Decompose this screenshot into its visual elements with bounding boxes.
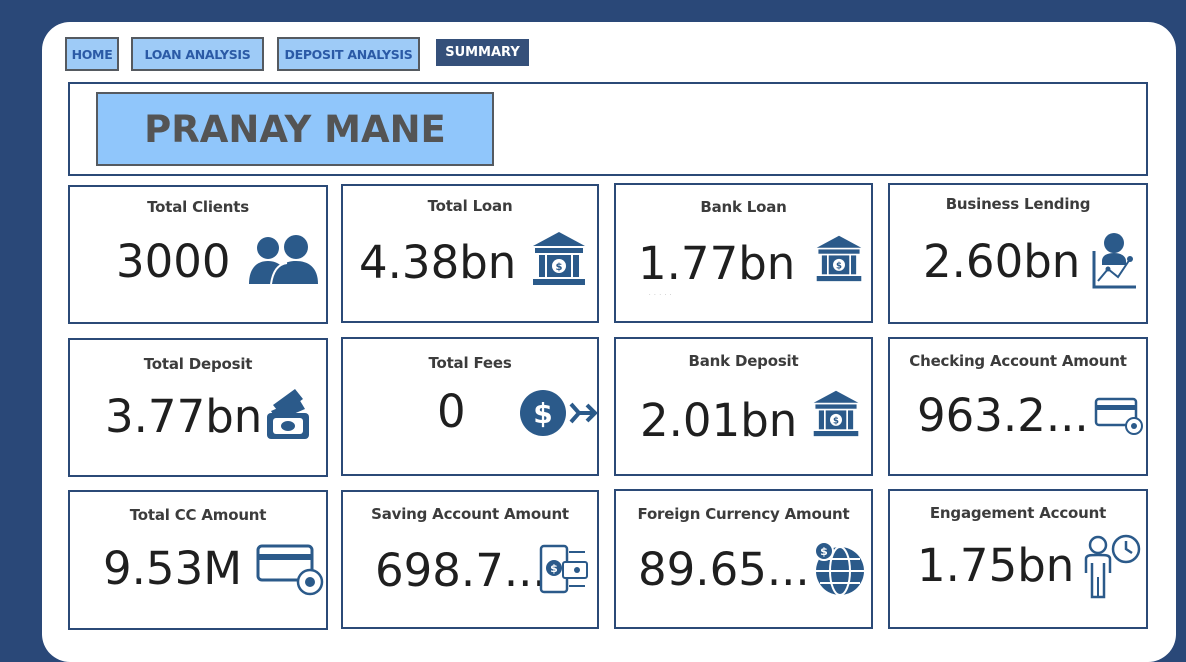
card-total-clients: Total Clients 3000 [68, 185, 328, 324]
card-value: 3.77bn [105, 390, 263, 443]
card-value: 2.60bn [923, 235, 1081, 288]
svg-text:$: $ [833, 416, 839, 426]
card-bank-deposit: Bank Deposit 2.01bn $ [614, 337, 873, 476]
svg-text:$: $ [533, 397, 552, 430]
mobile-payment-icon: $ [539, 544, 589, 594]
globe-dollar-icon: $ [812, 541, 868, 597]
nav-summary-button[interactable]: SUMMARY [436, 39, 529, 66]
users-icon [247, 234, 319, 286]
card-total-fees: Total Fees 0 $ [341, 337, 599, 476]
cash-stack-icon [265, 387, 311, 441]
card-saving-account-amount: Saving Account Amount 698.7... $ [341, 490, 599, 629]
dollar-transfer-icon: $ [519, 388, 597, 438]
card-value: 9.53M [103, 542, 243, 595]
card-total-cc-amount: Total CC Amount 9.53M [68, 490, 328, 630]
svg-text:$: $ [836, 261, 842, 271]
nav-home-button[interactable]: HOME [65, 37, 119, 71]
faint-artifact: · · · · · [649, 292, 673, 298]
card-business-lending: Business Lending 2.60bn [888, 183, 1148, 324]
nav-loan-analysis-button[interactable]: LOAN ANALYSIS [131, 37, 264, 71]
bank-icon: $ [812, 389, 860, 437]
card-value: 963.2... [917, 389, 1089, 442]
card-title: Total CC Amount [129, 506, 267, 524]
card-title: Saving Account Amount [371, 505, 569, 523]
bank-icon: $ [815, 234, 863, 282]
user-name-label: PRANAY MANE [96, 92, 494, 166]
bank-icon: $ [531, 230, 587, 286]
card-title: Total Loan [427, 197, 513, 215]
card-value: 3000 [116, 235, 231, 288]
card-bank-loan: Bank Loan 1.77bn · · · · · $ [614, 183, 873, 323]
card-value: 4.38bn [359, 236, 517, 289]
card-value: 1.77bn [638, 237, 796, 290]
card-value: 2.01bn [640, 394, 798, 447]
card-value: 1.75bn [917, 539, 1075, 592]
card-total-deposit: Total Deposit 3.77bn [68, 338, 328, 477]
card-title: Foreign Currency Amount [637, 505, 850, 523]
svg-text:$: $ [556, 262, 563, 273]
card-engagement-account: Engagement Account 1.75bn [888, 489, 1148, 629]
card-title: Bank Deposit [688, 352, 799, 370]
card-value: 0 [437, 385, 466, 438]
svg-text:$: $ [550, 562, 558, 575]
card-title: Business Lending [945, 195, 1091, 213]
card-foreign-currency-amount: Foreign Currency Amount 89.65... $ [614, 489, 873, 629]
card-gear-icon [256, 544, 326, 596]
card-gear-icon [1094, 397, 1146, 437]
card-title: Total Clients [147, 198, 249, 216]
svg-text:$: $ [820, 545, 828, 558]
card-checking-account-amount: Checking Account Amount 963.2... [888, 337, 1148, 476]
person-chart-icon [1090, 231, 1138, 291]
card-title: Engagement Account [929, 504, 1107, 522]
person-clock-icon [1080, 533, 1144, 601]
card-value: 698.7... [375, 544, 547, 597]
nav-deposit-analysis-button[interactable]: DEPOSIT ANALYSIS [277, 37, 420, 71]
card-total-loan: Total Loan 4.38bn $ [341, 184, 599, 323]
card-title: Bank Loan [700, 198, 787, 216]
card-title: Total Fees [428, 354, 512, 372]
card-title: Checking Account Amount [909, 352, 1127, 370]
card-value: 89.65... [638, 543, 810, 596]
card-title: Total Deposit [143, 355, 253, 373]
